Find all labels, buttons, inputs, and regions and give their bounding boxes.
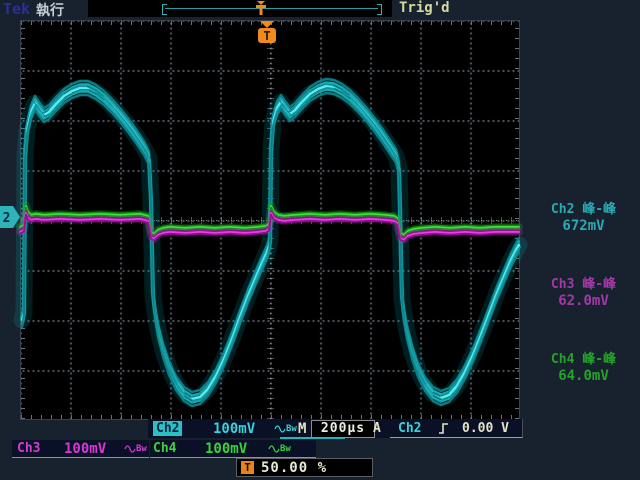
channel2-marker-label: 2 (3, 211, 11, 226)
trigger-marker-label: T (263, 29, 270, 43)
trigger-source: Ch2 (398, 421, 421, 436)
ch3-bandwidth-icon: Bw (136, 444, 147, 454)
measurement-ch2-value: 672mV (527, 218, 640, 235)
measurement-ch3-label: Ch3 峰-峰 (527, 277, 640, 293)
readout-ch2-timebase: Ch2 100mV Bw M 200μs A (148, 419, 391, 438)
measurement-ch2-pkpk: Ch2 峰-峰 672mV (527, 202, 640, 235)
readout-ch3: Ch3 100mV Bw (12, 440, 149, 458)
oscilloscope-screen: Tek 執行 Trig'd T 2 Ch2 峰-峰 672 (0, 0, 640, 480)
ch2-bandwidth-icon: Bw (286, 424, 297, 434)
rising-edge-icon (438, 422, 450, 435)
channel2-ground-marker[interactable]: 2 (0, 205, 21, 231)
measurement-ch3-pkpk: Ch3 峰-峰 62.0mV (527, 277, 640, 310)
timebase-value: 200μs (321, 421, 365, 436)
ch2-scale-chip: Ch2 (153, 421, 182, 436)
trigger-level: 0.00 V (462, 421, 509, 436)
readout-trigger: Ch2 0.00 V (390, 419, 523, 438)
horizontal-trigger-icon: T (241, 461, 254, 474)
trigger-position-marker[interactable]: T (254, 20, 280, 44)
timebase-value-box: 200μs (311, 420, 375, 438)
ch4-label: Ch4 (153, 441, 176, 456)
timebase-underline (280, 437, 345, 439)
ch4-bandwidth-icon: Bw (280, 444, 291, 454)
measurement-ch2-label: Ch2 峰-峰 (527, 202, 640, 218)
ch4-scale-value: 100mV (205, 441, 247, 457)
horizontal-position-box: T 50.00 % (236, 458, 373, 477)
ch4-ac-coupling-icon (268, 444, 280, 454)
trigger-mode: A (373, 421, 381, 436)
ch2-ac-coupling-icon (274, 424, 286, 434)
horizontal-position-value: 50.00 % (261, 460, 327, 476)
ch3-scale-value: 100mV (64, 441, 106, 457)
ch3-ac-coupling-icon (124, 444, 136, 454)
ch2-scale-value: 100mV (213, 421, 255, 437)
measurement-ch4-label: Ch4 峰-峰 (527, 352, 640, 368)
timebase-prefix: M (298, 421, 306, 437)
measurement-ch4-pkpk: Ch4 峰-峰 64.0mV (527, 352, 640, 385)
measurement-ch3-value: 62.0mV (527, 293, 640, 310)
ch3-label: Ch3 (17, 441, 40, 456)
readout-ch4: Ch4 100mV Bw (150, 440, 316, 458)
waveform-traces (0, 0, 640, 480)
measurement-ch4-value: 64.0mV (527, 368, 640, 385)
